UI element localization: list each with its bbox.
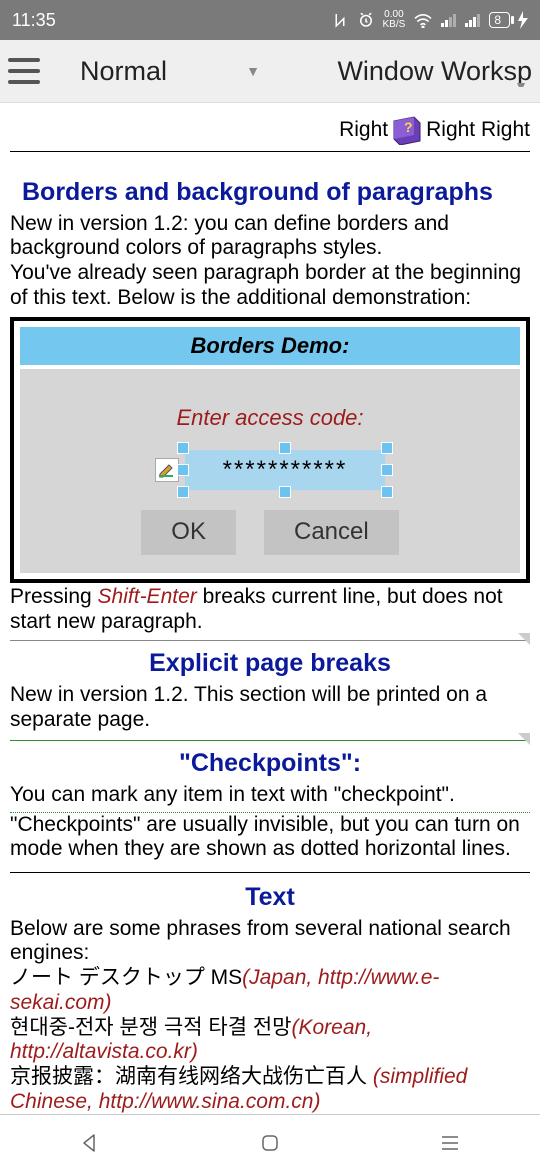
borders-demo-box: Borders Demo: Enter access code: *******…	[10, 317, 530, 583]
status-time: 11:35	[12, 10, 56, 31]
page-break-indicator	[10, 741, 530, 743]
svg-text:?: ?	[404, 119, 413, 135]
window-dropdown[interactable]: Window Worksp ▼	[270, 56, 532, 87]
selection-handle[interactable]	[177, 486, 189, 498]
back-button[interactable]	[75, 1128, 105, 1158]
system-navbar	[0, 1114, 540, 1170]
page-break-indicator	[10, 641, 530, 643]
menu-button[interactable]	[8, 58, 40, 84]
app-toolbar: Normal ▼ Window Worksp ▼	[0, 40, 540, 103]
nfc-icon	[331, 11, 349, 29]
book-help-icon: ?	[390, 115, 424, 145]
heading-text: Text	[10, 883, 530, 913]
battery-icon: 8	[489, 12, 510, 28]
selection-handle[interactable]	[177, 442, 189, 454]
heading-borders: Borders and background of paragraphs	[10, 178, 530, 208]
password-field-selected[interactable]: ***********	[185, 450, 385, 490]
shift-enter-para: Pressing Shift-Enter breaks current line…	[10, 585, 530, 635]
selection-handle[interactable]	[381, 442, 393, 454]
status-bar: 11:35 0.00KB/S 8	[0, 0, 540, 40]
password-field[interactable]: ***********	[185, 450, 385, 490]
selection-handle[interactable]	[279, 486, 291, 498]
text-right-1: Right	[339, 118, 388, 143]
recents-button[interactable]	[435, 1128, 465, 1158]
divider	[10, 151, 530, 152]
text-jp: ノート デスクトップ MS(Japan, http://www.e-sekai.…	[10, 966, 530, 1016]
text-intro: Below are some phrases from several nati…	[10, 917, 530, 967]
demo-header: Borders Demo:	[20, 327, 520, 369]
selection-handle[interactable]	[177, 464, 189, 476]
text-kr: 현대중-전자 분쟁 극적 타결 전망(Korean, http://altavi…	[10, 1016, 530, 1066]
demo-prompt: Enter access code:	[30, 405, 510, 431]
borders-para-1: New in version 1.2: you can define borde…	[10, 212, 530, 262]
style-selected-label: Normal	[80, 56, 167, 87]
text-cn: 京报披露：湖南有线网络大战伤亡百人 (simplified Chinese, h…	[10, 1065, 530, 1115]
cancel-button[interactable]: Cancel	[264, 510, 399, 554]
charging-icon	[518, 11, 528, 29]
window-label-text: Window Worksp	[337, 56, 532, 86]
borders-para-2: You've already seen paragraph border at …	[10, 261, 530, 311]
signal-1-icon	[441, 13, 457, 27]
document-content[interactable]: Right ? Right Right Borders and backgrou…	[0, 103, 540, 1115]
heading-checkpoints: "Checkpoints":	[10, 749, 530, 779]
selection-handle[interactable]	[381, 464, 393, 476]
selection-handle[interactable]	[381, 486, 393, 498]
style-dropdown[interactable]: Normal ▼	[50, 56, 260, 87]
signal-2-icon	[465, 13, 481, 27]
shift-enter-key: Shift-Enter	[98, 585, 197, 608]
home-button[interactable]	[255, 1128, 285, 1158]
wifi-icon	[413, 12, 433, 28]
heading-pagebreaks: Explicit page breaks	[10, 649, 530, 679]
chevron-down-icon: ▼	[246, 63, 260, 79]
selection-handle[interactable]	[279, 442, 291, 454]
chevron-down-icon: ▼	[514, 78, 528, 87]
ok-button[interactable]: OK	[141, 510, 236, 554]
right-aligned-line: Right ? Right Right	[10, 107, 530, 151]
alarm-icon	[357, 11, 375, 29]
checkpoints-para-2: "Checkpoints" are usually invisible, but…	[10, 813, 530, 863]
edit-icon	[155, 458, 179, 482]
status-right-group: 0.00KB/S 8	[331, 10, 528, 30]
pagebreaks-para: New in version 1.2. This section will be…	[10, 683, 530, 733]
text-right-2: Right Right	[426, 118, 530, 143]
checkpoints-para-1: You can mark any item in text with "chec…	[10, 783, 530, 808]
net-speed: 0.00KB/S	[383, 10, 406, 30]
divider	[10, 872, 530, 873]
